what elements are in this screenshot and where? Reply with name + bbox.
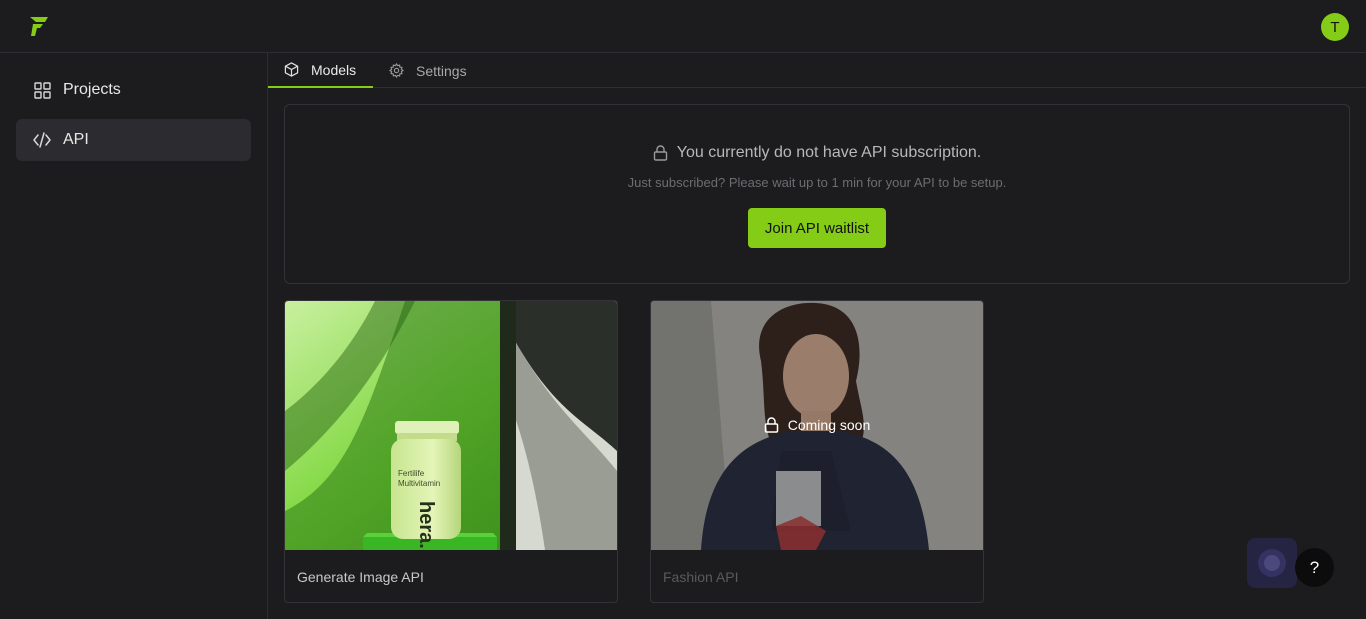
svg-text:Multivitamin: Multivitamin [398,479,440,488]
card-label: Generate Image API [297,569,424,585]
chat-widget-bubble[interactable] [1247,538,1297,588]
api-subscription-notice: You currently do not have API subscripti… [284,104,1350,284]
lock-icon [764,417,780,433]
sidebar-item-label: Projects [63,81,121,98]
top-bar: T [0,0,1366,53]
code-icon [33,131,51,149]
cube-icon [284,62,299,77]
sidebar-item-label: API [63,131,89,148]
fashion-image: Coming soon [651,301,983,550]
user-avatar[interactable]: T [1321,13,1349,41]
join-api-waitlist-button[interactable]: Join API waitlist [748,208,886,248]
svg-text:Fertilife: Fertilife [398,469,425,478]
notice-title-row: You currently do not have API subscripti… [285,144,1349,162]
notice-subtitle: Just subscribed? Please wait up to 1 min… [627,175,1007,190]
lock-icon [653,145,669,161]
tab-models[interactable]: Models [268,53,373,88]
model-card-generate-image-api[interactable]: Fertilife Multivitamin hera. Generate Im… [284,300,618,603]
svg-text:hera.: hera. [415,501,437,549]
tab-label: Settings [416,62,467,79]
help-button[interactable]: ? [1295,548,1334,587]
card-label: Fashion API [663,569,739,585]
grid-icon [33,81,51,99]
coming-soon-overlay: Coming soon [651,417,983,433]
sidebar-item-api[interactable]: API [16,119,251,161]
tab-bar: Models Settings [268,53,1366,88]
gear-icon [389,63,404,78]
model-card-fashion-api: Coming soon Fashion API [650,300,984,603]
tab-settings[interactable]: Settings [373,53,483,88]
tab-label: Models [311,61,357,78]
product-image: Fertilife Multivitamin hera. [285,301,617,550]
sidebar-item-projects[interactable]: Projects [16,69,251,111]
sidebar: Projects API [0,53,268,619]
coming-soon-text: Coming soon [787,417,871,433]
notice-title: You currently do not have API subscripti… [676,144,982,161]
brand-logo-icon[interactable] [27,14,51,38]
